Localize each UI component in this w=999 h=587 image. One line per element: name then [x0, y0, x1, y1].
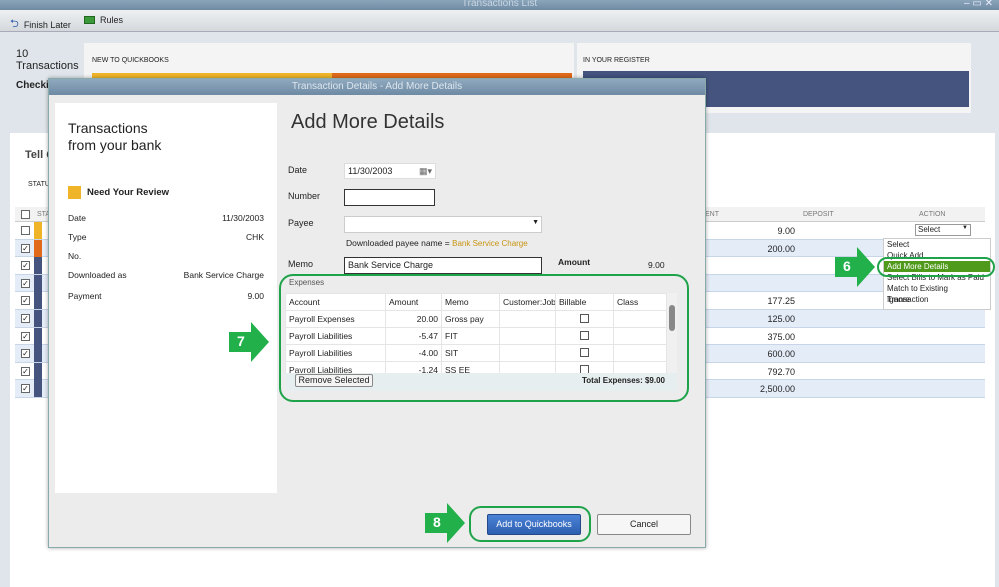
menu-item-select[interactable]: Select: [884, 239, 990, 250]
row-checkbox[interactable]: ✓: [21, 314, 30, 323]
status-color-marker: [34, 274, 42, 292]
amount-label: Amount: [558, 257, 591, 267]
number-label: Number: [288, 191, 321, 201]
col-deposit: DEPOSIT: [803, 211, 834, 218]
col-action: ACTION: [919, 211, 946, 218]
toolbar: ⮌ Finish Later Rules: [0, 10, 999, 32]
detail-number: No.: [68, 251, 82, 261]
row-checkbox[interactable]: ✓: [21, 366, 30, 376]
back-arrow-icon: ⮌: [10, 18, 19, 30]
chevron-down-icon[interactable]: ▼: [532, 219, 539, 226]
row-checkbox[interactable]: ✓: [21, 278, 30, 288]
transaction-count: 10 Transactions: [16, 48, 79, 72]
window-controls[interactable]: – ▭ ✕: [964, 0, 993, 9]
row-checkbox[interactable]: ✓: [21, 384, 30, 394]
status-color-marker: [34, 327, 42, 345]
detail-type: Type CHK: [68, 232, 264, 242]
review-status: Need Your Review: [68, 186, 169, 199]
menu-item-match[interactable]: Match to Existing Transaction: [884, 283, 990, 304]
window-title-bar: Transactions List – ▭ ✕: [0, 0, 999, 10]
detail-payment: Payment 9.00: [68, 291, 264, 301]
callout-highlight-6: [877, 257, 995, 277]
bank-transaction-pane: Transactions from your bank Need Your Rev…: [55, 103, 277, 493]
calendar-icon[interactable]: ▦▾: [419, 166, 432, 177]
payment-cell: 600.00: [767, 349, 795, 360]
finish-later-button[interactable]: ⮌ Finish Later: [10, 15, 71, 34]
status-color-marker: [34, 257, 42, 275]
callout-highlight-8: [469, 506, 591, 542]
date-label: Date: [288, 165, 308, 175]
action-select[interactable]: Select ▼: [915, 224, 971, 236]
window-title: Transactions List: [461, 0, 538, 9]
status-color-marker: [34, 222, 42, 239]
rules-button[interactable]: Rules: [84, 15, 123, 25]
status-color-marker: [34, 239, 42, 257]
cancel-button[interactable]: Cancel: [597, 514, 691, 535]
row-checkbox[interactable]: ✓: [21, 261, 30, 271]
register-label: IN YOUR REGISTER: [583, 57, 650, 64]
rules-icon: [84, 16, 95, 24]
payee-label: Payee: [288, 218, 314, 228]
payment-cell: 792.70: [767, 366, 795, 377]
payment-cell: 125.00: [767, 314, 795, 324]
payment-cell: 375.00: [767, 331, 795, 342]
new-label: NEW TO QUICKBOOKS: [92, 57, 169, 64]
row-checkbox[interactable]: ✓: [21, 349, 30, 359]
payment-cell: 2,500.00: [759, 384, 795, 395]
status-filter-label: STATU: [28, 181, 50, 188]
row-checkbox[interactable]: ✓: [21, 331, 30, 341]
callout-highlight-7: [279, 274, 689, 402]
status-color-marker: [34, 362, 42, 380]
payment-cell: 9.00: [777, 226, 795, 236]
dialog-title: Transaction Details - Add More Details: [291, 81, 463, 92]
select-all-checkbox[interactable]: [21, 210, 30, 219]
amount-value: 9.00: [648, 260, 665, 270]
transaction-details-dialog: Transaction Details - Add More Details T…: [48, 78, 706, 548]
pane-title: Transactions from your bank: [68, 120, 162, 153]
dialog-title-bar: Transaction Details - Add More Details: [49, 79, 705, 95]
rules-label: Rules: [100, 15, 124, 25]
callout-arrow-8: 8: [425, 503, 465, 543]
row-checkbox[interactable]: ✓: [21, 296, 30, 306]
payment-cell: 200.00: [767, 243, 795, 254]
row-checkbox[interactable]: ✓: [21, 243, 30, 253]
review-status-icon: [68, 186, 81, 199]
dialog-heading: Add More Details: [291, 111, 445, 133]
date-field[interactable]: 11/30/2003 ▦▾: [344, 163, 436, 179]
payment-cell: 177.25: [767, 296, 795, 307]
chevron-down-icon: ▼: [962, 225, 968, 231]
memo-field[interactable]: Bank Service Charge: [344, 257, 542, 274]
menu-item-ignore[interactable]: Ignore: [884, 294, 990, 305]
status-color-marker: [34, 345, 42, 363]
status-color-marker: [34, 310, 42, 327]
memo-label: Memo: [288, 259, 314, 269]
payee-dropdown[interactable]: ▼: [344, 216, 542, 233]
detail-date: Date 11/30/2003: [68, 213, 264, 223]
row-checkbox[interactable]: [21, 226, 30, 235]
col-payment: ENT: [705, 211, 719, 218]
finish-later-label: Finish Later: [23, 19, 71, 30]
status-color-marker: [34, 380, 42, 398]
number-field[interactable]: [344, 189, 435, 206]
status-color-marker: [34, 292, 42, 310]
downloaded-payee: Downloaded payee name = Bank Service Cha…: [346, 238, 528, 248]
detail-downloaded-as: Downloaded as Bank Service Charge: [68, 270, 264, 280]
